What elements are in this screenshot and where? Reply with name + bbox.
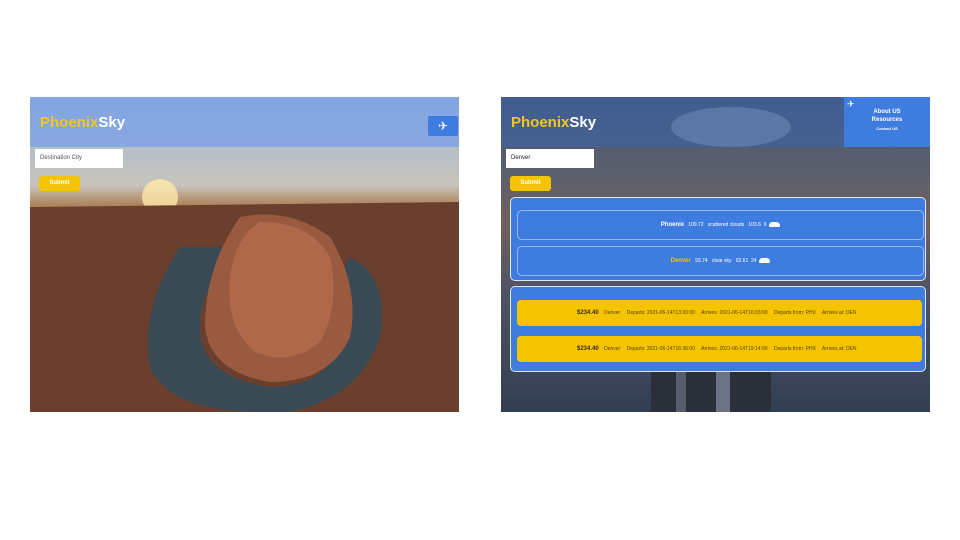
menu-item-about[interactable]: About US [844, 109, 930, 115]
weather-row: Denver 93.74 clear sky 92.61 24 [517, 246, 924, 276]
destination-city-input[interactable]: Denver [506, 149, 594, 168]
flight-row[interactable]: $234.40 Denver Departs: 2021-06-14T16:36… [517, 336, 922, 362]
flight-arrives: Arrives: 2021-06-14T16:03:00 [701, 310, 768, 316]
weather-wind: 24 [751, 258, 757, 264]
logo[interactable]: PhoenixSky [511, 114, 596, 131]
weather-wind: 9 [763, 222, 767, 228]
flight-to: Arrives at: DEN [822, 346, 857, 352]
submit-button[interactable]: Submit [510, 176, 551, 191]
menu-item-contact[interactable]: Contact US [844, 126, 930, 131]
flight-arrives: Arrives: 2021-06-14T19:14:00 [701, 346, 768, 352]
cloud-icon [759, 258, 771, 264]
flight-destination: Denver [604, 346, 621, 352]
weather-temp: 109.72 [688, 222, 704, 228]
weather-feels: 92.61 [735, 258, 749, 264]
logo-phoenix: Phoenix [511, 114, 570, 131]
flight-price: $234.40 [577, 310, 599, 316]
flight-to: Arrives at: DEN [822, 310, 857, 316]
logo-sky: Sky [569, 114, 597, 131]
logo-phoenix: Phoenix [40, 114, 99, 131]
flight-price: $234.40 [577, 346, 599, 352]
results-screen: PhoenixSky ✈ About US Resources Contact … [501, 97, 930, 412]
logo-sky: Sky [98, 114, 126, 131]
weather-row: Phoenix 109.72 scattered clouds 103.6 9 [517, 210, 924, 240]
weather-city: Denver [670, 258, 691, 264]
submit-button[interactable]: Submit [39, 176, 80, 191]
logo[interactable]: PhoenixSky [40, 114, 125, 131]
flight-departs: Departs: 2021-06-14T13:20:00 [626, 310, 695, 316]
plane-icon: ✈ [437, 119, 449, 133]
nav-menu: ✈ About US Resources Contact US [844, 97, 930, 147]
flight-row[interactable]: $234.40 Denver Departs: 2021-06-14T13:20… [517, 300, 922, 326]
flights-panel: $234.40 Denver Departs: 2021-06-14T13:20… [510, 286, 926, 372]
weather-city: Phoenix [660, 222, 685, 228]
destination-city-input[interactable]: Destination City [35, 149, 123, 168]
cloud-icon [769, 222, 781, 228]
weather-panel: Phoenix 109.72 scattered clouds 103.6 9 … [510, 197, 926, 281]
flight-from: Departs from: PHX [773, 310, 816, 316]
weather-condition: clear sky [711, 258, 732, 264]
nav-toggle-button[interactable]: ✈ [428, 116, 458, 136]
home-screen: PhoenixSky ✈ Destination City Submit [30, 97, 459, 412]
menu-item-resources[interactable]: Resources [844, 117, 930, 123]
weather-condition: scattered clouds [707, 222, 745, 228]
weather-feels: 103.6 [748, 222, 761, 228]
flight-from: Departs from: PHX [773, 346, 816, 352]
weather-temp: 93.74 [695, 258, 708, 264]
flight-departs: Departs: 2021-06-14T16:36:00 [626, 346, 695, 352]
flight-destination: Denver [604, 310, 621, 316]
